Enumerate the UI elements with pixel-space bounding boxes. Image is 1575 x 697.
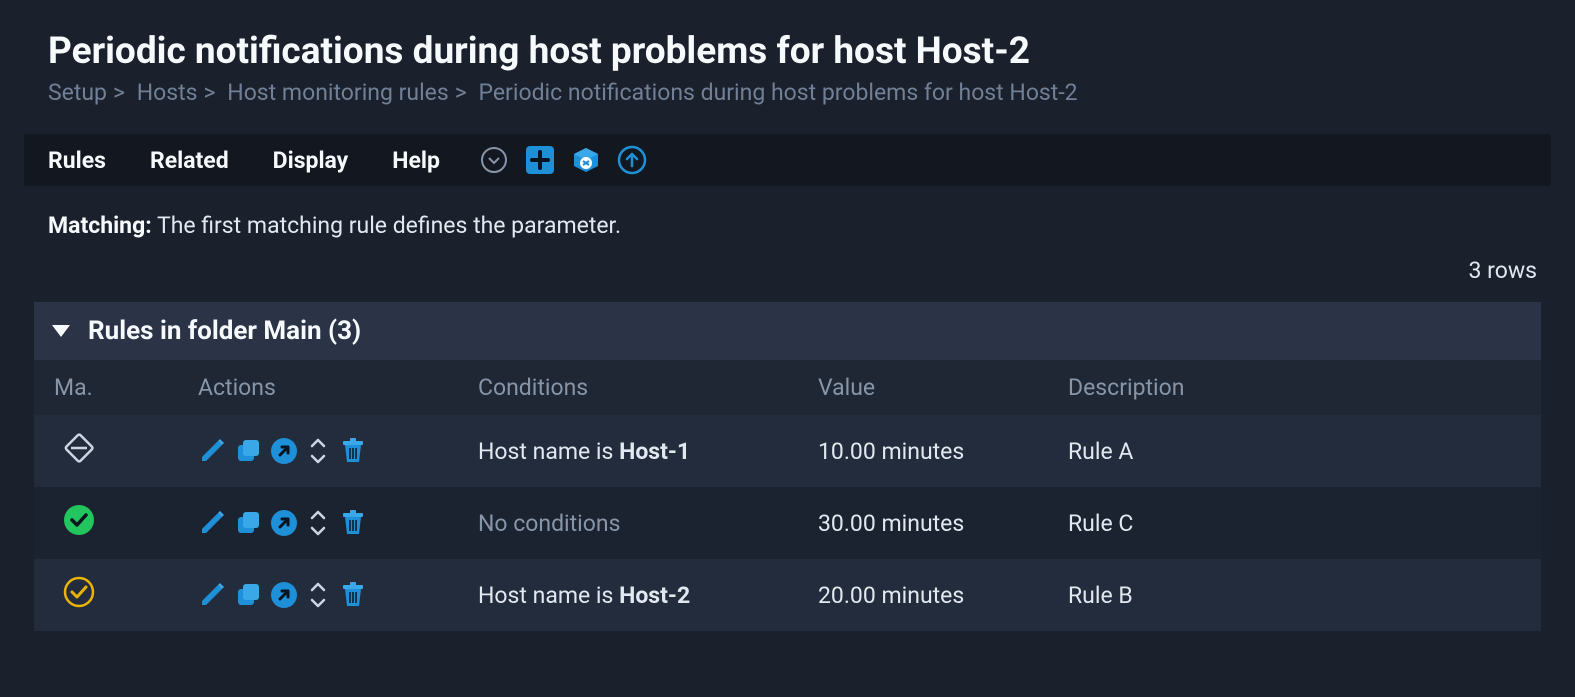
match-status-icon xyxy=(62,575,96,609)
breadcrumb-item[interactable]: Host monitoring rules xyxy=(227,79,448,106)
rule-value: 30.00 minutes xyxy=(804,487,1054,559)
section-header[interactable]: Rules in folder Main (3) xyxy=(34,302,1541,360)
match-status-icon xyxy=(62,431,96,465)
rule-value: 10.00 minutes xyxy=(804,415,1054,487)
edit-icon[interactable] xyxy=(198,509,226,537)
matching-info: Matching: The first matching rule define… xyxy=(48,212,1527,239)
col-header-description: Description xyxy=(1054,360,1541,415)
col-header-conditions: Conditions xyxy=(464,360,804,415)
move-up-icon[interactable] xyxy=(308,580,328,594)
expand-icon[interactable] xyxy=(478,144,510,176)
move-up-icon[interactable] xyxy=(308,436,328,450)
condition-text: No conditions xyxy=(478,510,620,537)
breadcrumb-item[interactable]: Setup xyxy=(48,79,107,106)
edit-icon[interactable] xyxy=(198,581,226,609)
rule-description: Rule C xyxy=(1054,487,1541,559)
clone-icon[interactable] xyxy=(234,437,262,465)
rules-table: Ma. Actions Conditions Value Description… xyxy=(34,360,1541,631)
move-down-icon[interactable] xyxy=(308,524,328,538)
rule-description: Rule A xyxy=(1054,415,1541,487)
matching-label: Matching: xyxy=(48,212,152,239)
goto-icon[interactable] xyxy=(270,581,298,609)
matching-text: The first matching rule defines the para… xyxy=(157,212,621,239)
page-title: Periodic notifications during host probl… xyxy=(48,30,1527,73)
col-header-value: Value xyxy=(804,360,1054,415)
table-row: Host name is Host-1 10.00 minutesRule A xyxy=(34,415,1541,487)
toolbar: Rules Related Display Help xyxy=(24,134,1551,186)
rule-value: 20.00 minutes xyxy=(804,559,1054,631)
section-title: Rules in folder Main (3) xyxy=(88,316,361,346)
breadcrumb-item[interactable]: Hosts xyxy=(137,79,198,106)
delete-icon[interactable] xyxy=(338,436,368,466)
move-up-icon[interactable] xyxy=(308,508,328,522)
table-row: Host name is Host-2 20.00 minutesRule B xyxy=(34,559,1541,631)
menu-rules[interactable]: Rules xyxy=(48,147,106,174)
caret-down-icon xyxy=(52,325,70,337)
menu-help[interactable]: Help xyxy=(392,147,440,174)
rule-description: Rule B xyxy=(1054,559,1541,631)
match-status-icon xyxy=(62,503,96,537)
edit-icon[interactable] xyxy=(198,437,226,465)
menu-related[interactable]: Related xyxy=(150,147,229,174)
add-rule-icon[interactable] xyxy=(524,144,556,176)
clone-icon[interactable] xyxy=(234,581,262,609)
col-header-match: Ma. xyxy=(34,360,184,415)
package-icon[interactable] xyxy=(570,144,602,176)
table-row: No conditions 30.00 minutesRule C xyxy=(34,487,1541,559)
move-down-icon[interactable] xyxy=(308,596,328,610)
rules-section: Rules in folder Main (3) Ma. Actions Con… xyxy=(34,302,1541,631)
breadcrumb: Setup> Hosts> Host monitoring rules> Per… xyxy=(48,79,1527,106)
goto-icon[interactable] xyxy=(270,437,298,465)
condition-text: Host name is Host-1 xyxy=(478,438,690,465)
delete-icon[interactable] xyxy=(338,580,368,610)
upload-icon[interactable] xyxy=(616,144,648,176)
move-down-icon[interactable] xyxy=(308,452,328,466)
condition-text: Host name is Host-2 xyxy=(478,582,690,609)
menu-display[interactable]: Display xyxy=(273,147,349,174)
clone-icon[interactable] xyxy=(234,509,262,537)
breadcrumb-item: Periodic notifications during host probl… xyxy=(479,79,1078,106)
row-count: 3 rows xyxy=(48,257,1537,284)
col-header-actions: Actions xyxy=(184,360,464,415)
goto-icon[interactable] xyxy=(270,509,298,537)
delete-icon[interactable] xyxy=(338,508,368,538)
